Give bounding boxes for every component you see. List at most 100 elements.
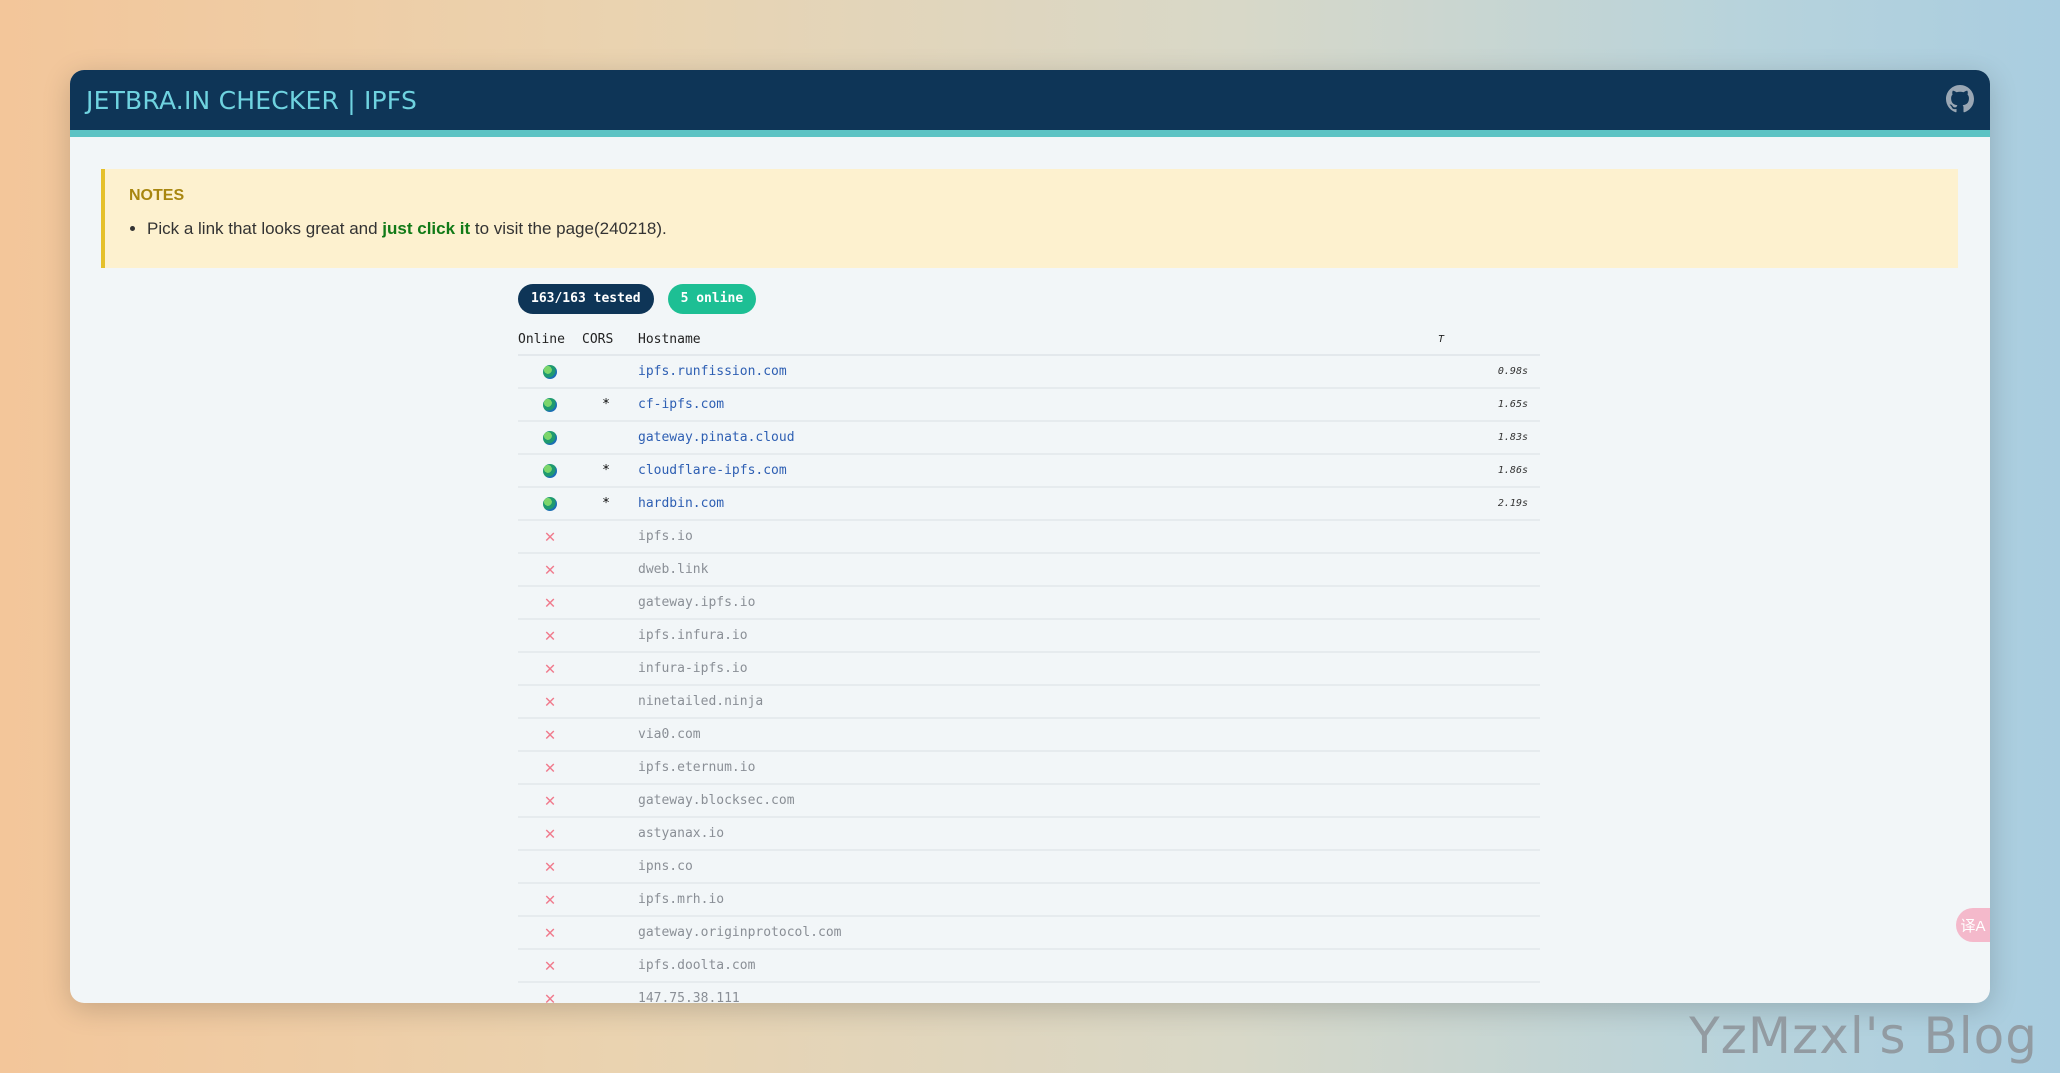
globe-icon	[543, 496, 557, 511]
hostname-text: 147.75.38.111	[638, 991, 740, 1003]
hostname-link[interactable]: hardbin.com	[638, 496, 724, 511]
col-time-header[interactable]: T	[1438, 324, 1540, 356]
response-time-cell	[1438, 751, 1540, 785]
app-window: JETBRA.IN CHECKER | IPFS NOTES Pick a li…	[70, 70, 1990, 1003]
hostname-cell: via0.com	[630, 718, 1438, 752]
cors-cell	[582, 652, 630, 686]
status-cell: ✕	[518, 685, 582, 719]
table-row: gateway.pinata.cloud 1.83s	[518, 421, 1540, 455]
github-icon[interactable]	[1946, 85, 1974, 113]
table-row: ✕ ipfs.eternum.io	[518, 751, 1540, 785]
status-cell	[518, 388, 582, 422]
cors-cell	[582, 850, 630, 884]
hostname-text: gateway.originprotocol.com	[638, 925, 842, 940]
status-cell: ✕	[518, 949, 582, 983]
cross-icon: ✕	[544, 954, 556, 976]
cors-cell	[582, 685, 630, 719]
hostname-cell: ipns.co	[630, 850, 1438, 884]
hostname-link[interactable]: cf-ipfs.com	[638, 397, 724, 412]
cross-icon: ✕	[544, 525, 556, 547]
table-row: * hardbin.com 2.19s	[518, 487, 1540, 521]
hostname-cell: ipfs.io	[630, 520, 1438, 554]
cross-icon: ✕	[544, 690, 556, 712]
response-time-cell: 1.65s	[1438, 388, 1540, 422]
cors-cell	[582, 916, 630, 950]
table-row: ✕ gateway.originprotocol.com	[518, 916, 1540, 950]
response-time-cell	[1438, 817, 1540, 851]
hostname-cell: ipfs.infura.io	[630, 619, 1438, 653]
cross-icon: ✕	[544, 888, 556, 910]
response-time-cell	[1438, 982, 1540, 1003]
table-row: ✕ gateway.ipfs.io	[518, 586, 1540, 620]
cross-icon: ✕	[544, 756, 556, 778]
cross-icon: ✕	[544, 789, 556, 811]
table-row: * cloudflare-ipfs.com 1.86s	[518, 454, 1540, 488]
online-count-badge: 5 online	[667, 284, 757, 314]
col-hostname-header[interactable]: Hostname	[630, 324, 1438, 356]
hostname-cell: cloudflare-ipfs.com	[630, 454, 1438, 488]
table-row: ✕ ipfs.mrh.io	[518, 883, 1540, 917]
hostname-text: ipfs.io	[638, 529, 693, 544]
cors-cell	[582, 718, 630, 752]
status-cell: ✕	[518, 883, 582, 917]
notes-list: Pick a link that looks great and just cl…	[129, 219, 1934, 239]
cross-icon: ✕	[544, 921, 556, 943]
status-cell	[518, 421, 582, 455]
notes-item: Pick a link that looks great and just cl…	[147, 219, 1934, 239]
col-cors-header[interactable]: CORS	[582, 324, 630, 356]
cross-icon: ✕	[544, 855, 556, 877]
notes-emphasis: just click it	[382, 219, 471, 238]
cors-cell	[582, 520, 630, 554]
hostname-cell: ipfs.runfission.com	[630, 355, 1438, 389]
hostname-cell: gateway.ipfs.io	[630, 586, 1438, 620]
hostname-cell: ipfs.eternum.io	[630, 751, 1438, 785]
globe-icon	[543, 397, 557, 412]
status-cell: ✕	[518, 520, 582, 554]
response-time-cell	[1438, 784, 1540, 818]
response-time-cell	[1438, 949, 1540, 983]
cors-cell	[582, 553, 630, 587]
cors-cell: *	[582, 388, 630, 422]
response-time-cell	[1438, 850, 1540, 884]
status-cell: ✕	[518, 553, 582, 587]
hostname-text: ninetailed.ninja	[638, 694, 764, 709]
cors-cell	[582, 883, 630, 917]
hostname-link[interactable]: cloudflare-ipfs.com	[638, 463, 787, 478]
table-row: ✕ ipfs.io	[518, 520, 1540, 554]
response-time-cell	[1438, 916, 1540, 950]
hostname-text: ipfs.doolta.com	[638, 958, 756, 973]
response-time-cell	[1438, 619, 1540, 653]
table-row: ✕ ipfs.infura.io	[518, 619, 1540, 653]
cross-icon: ✕	[544, 657, 556, 679]
hostname-text: infura-ipfs.io	[638, 661, 748, 676]
cors-cell	[582, 751, 630, 785]
status-cell	[518, 355, 582, 389]
hostname-cell: cf-ipfs.com	[630, 388, 1438, 422]
table-header-row: Online CORS Hostname T	[518, 324, 1540, 356]
globe-icon	[543, 430, 557, 445]
hostname-text: ipns.co	[638, 859, 693, 874]
hostname-cell: astyanax.io	[630, 817, 1438, 851]
status-cell: ✕	[518, 817, 582, 851]
notes-panel: NOTES Pick a link that looks great and j…	[101, 169, 1958, 268]
status-cell: ✕	[518, 586, 582, 620]
stats-badges: 163/163 tested 5 online	[518, 284, 757, 314]
tested-count-badge: 163/163 tested	[518, 284, 654, 314]
response-time-cell	[1438, 883, 1540, 917]
col-online-header[interactable]: Online	[518, 324, 582, 356]
cors-cell	[582, 949, 630, 983]
hostname-text: via0.com	[638, 727, 701, 742]
response-time-cell	[1438, 586, 1540, 620]
app-title: JETBRA.IN CHECKER | IPFS	[86, 85, 418, 115]
table-row: ✕ ipns.co	[518, 850, 1540, 884]
gateway-table: Online CORS Hostname T ipfs.runfission.c…	[518, 324, 1540, 1003]
hostname-link[interactable]: gateway.pinata.cloud	[638, 430, 795, 445]
response-time-cell: 2.19s	[1438, 487, 1540, 521]
cors-cell	[582, 421, 630, 455]
hostname-text: gateway.blocksec.com	[638, 793, 795, 808]
cors-cell	[582, 982, 630, 1003]
status-cell: ✕	[518, 784, 582, 818]
table-row: ✕ gateway.blocksec.com	[518, 784, 1540, 818]
translate-button[interactable]: 译A	[1956, 908, 1990, 942]
hostname-link[interactable]: ipfs.runfission.com	[638, 364, 787, 379]
